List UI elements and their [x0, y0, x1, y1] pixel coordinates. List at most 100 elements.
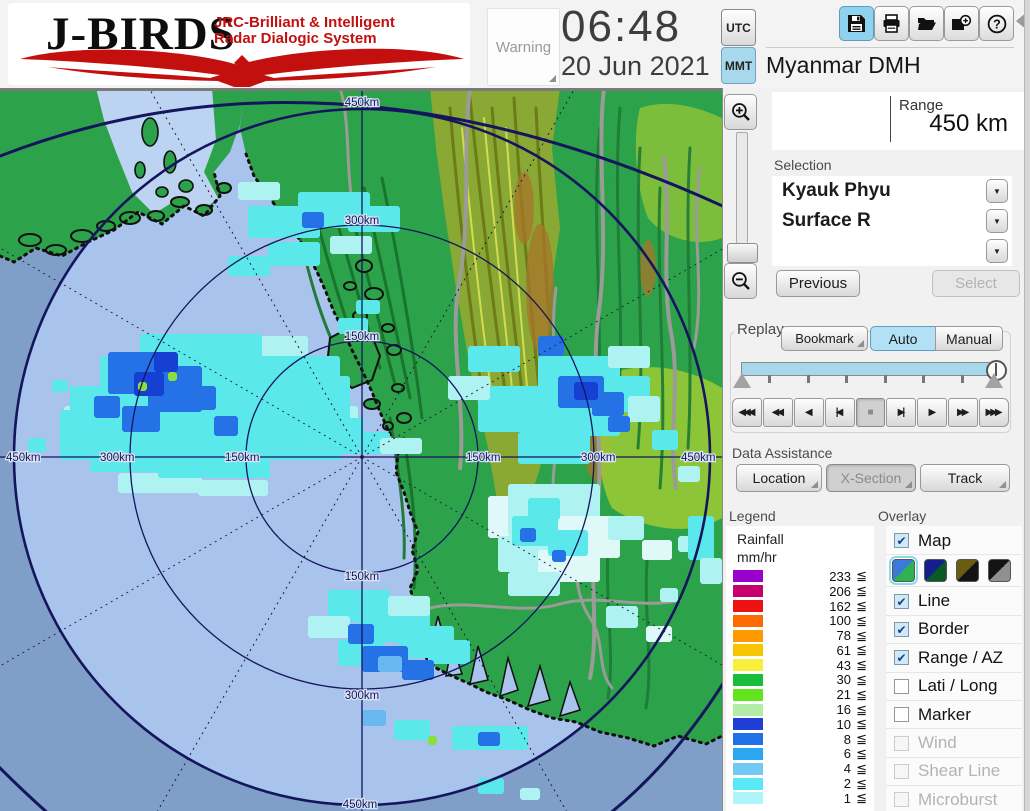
location-button[interactable]: Location — [736, 464, 822, 492]
snapshot-button[interactable] — [944, 6, 979, 41]
replay-end-marker[interactable] — [985, 373, 1003, 388]
logo-tagline: Radar Dialogic System — [214, 30, 377, 47]
legend-row: 16 ≦ — [733, 702, 867, 717]
checkbox[interactable]: ✔ — [894, 621, 909, 637]
zoom-slider-track[interactable] — [736, 132, 748, 246]
overlay-item-label: Marker — [918, 704, 971, 724]
open-button[interactable] — [909, 6, 944, 41]
overlay-item-lati-long[interactable]: Lati / Long — [886, 673, 1022, 701]
overlay-item-marker[interactable]: Marker — [886, 701, 1022, 730]
overlay-label: Overlay — [878, 508, 927, 524]
step-back-button[interactable]: ◀ — [793, 398, 824, 427]
utc-button[interactable]: UTC — [721, 9, 756, 46]
checkbox[interactable] — [894, 678, 909, 694]
station-name: Myanmar DMH — [766, 52, 921, 78]
help-button[interactable]: ? — [979, 6, 1014, 41]
mmt-button[interactable]: MMT — [721, 47, 756, 84]
legend-value: 233 — [829, 568, 851, 584]
legend-row: 6 ≦ — [733, 746, 867, 761]
checkbox[interactable] — [894, 707, 909, 723]
manual-button[interactable]: Manual — [935, 326, 1003, 351]
legend-operator: ≦ — [856, 775, 867, 791]
checkbox — [894, 792, 909, 808]
product-dropdown-button[interactable]: ▼ — [986, 209, 1008, 233]
legend-operator: ≦ — [856, 716, 867, 732]
frame-back-button[interactable]: |◀ — [824, 398, 855, 427]
overlay-item-range-az[interactable]: ✔ Range / AZ — [886, 644, 1022, 673]
legend-row: 100 ≦ — [733, 613, 867, 628]
legend-value: 4 — [843, 761, 851, 777]
warning-button[interactable]: Warning — [487, 8, 560, 86]
legend-operator: ≦ — [856, 731, 867, 747]
overlay-item-map[interactable]: ✔ Map — [886, 527, 1022, 556]
bookmark-button[interactable]: Bookmark — [781, 326, 868, 351]
legend-swatch — [733, 762, 763, 775]
frame-forward-button[interactable]: ▶| — [886, 398, 917, 427]
legend-swatch — [733, 644, 763, 657]
slider-tick — [845, 375, 849, 383]
map-style-day[interactable] — [892, 559, 915, 583]
range-label: 150km — [345, 331, 380, 343]
site-dropdown-button[interactable]: ▼ — [986, 179, 1008, 203]
legend-value: 8 — [843, 731, 851, 747]
legend-scale: 233 ≦ 206 ≦ 162 ≦ 100 ≦ 78 ≦ 61 ≦ 43 ≦ 3… — [733, 568, 867, 806]
legend-operator: ≦ — [856, 701, 867, 717]
data-assistance-label: Data Assistance — [732, 445, 833, 461]
checkbox — [894, 763, 909, 779]
jbirds-app: J-BIRDS JRC-Brilliant & Intelligent Rada… — [0, 0, 1030, 811]
legend-operator: ≦ — [856, 627, 867, 643]
track-button[interactable]: Track — [920, 464, 1010, 492]
legend-row: 2 ≦ — [733, 776, 867, 791]
rewind-button[interactable]: ◀◀ — [762, 398, 793, 427]
product-select[interactable]: Surface R — [772, 206, 1012, 236]
logo-tagline: JRC-Brilliant & Intelligent — [214, 14, 395, 31]
overlay-item-line[interactable]: ✔ Line — [886, 587, 1022, 616]
snapshot-icon — [952, 14, 972, 30]
overlay-checkbox-list: ✔ Map ✔ Line ✔ Border ✔ Range / AZ Lati / Long Ma… — [886, 527, 1022, 811]
range-label: 450km — [345, 97, 380, 109]
zoom-out-button[interactable] — [724, 263, 757, 299]
extra-select[interactable] — [772, 236, 1012, 266]
previous-button[interactable]: Previous — [776, 270, 860, 297]
jump-end-button[interactable]: ▶▶▶ — [979, 398, 1010, 427]
legend-row: 206 ≦ — [733, 583, 867, 599]
overlay-item-border[interactable]: ✔ Border — [886, 616, 1022, 645]
checkbox — [894, 735, 909, 751]
legend-operator: ≦ — [856, 790, 867, 806]
legend-value: 61 — [836, 642, 851, 658]
legend-swatch — [733, 792, 763, 805]
legend-value: 1 — [843, 790, 851, 806]
playback-controls: ◀◀◀ ◀◀ ◀ |◀ ■ ▶| ▶ ▶▶ ▶▶▶ — [732, 398, 1010, 427]
checkbox[interactable]: ✔ — [894, 593, 909, 609]
checkbox[interactable]: ✔ — [894, 650, 909, 666]
play-button[interactable]: ▶ — [917, 398, 948, 427]
save-button[interactable] — [839, 6, 874, 41]
zoom-in-button[interactable] — [724, 94, 757, 130]
legend-row: 43 ≦ — [733, 657, 867, 673]
overlay-item-label: Range / AZ — [918, 647, 1004, 667]
radar-map[interactable]: 450km 300km 150km 150km 300km 450km 450km 300km… — [0, 42, 777, 811]
x-section-button[interactable]: X-Section — [826, 464, 916, 492]
legend-swatch — [733, 585, 763, 598]
map-style-gray[interactable] — [988, 559, 1011, 583]
radar-map-canvas: 450km 300km 150km 150km 300km 450km 450km 300km… — [0, 42, 777, 811]
map-style-night[interactable] — [924, 559, 947, 583]
stop-button[interactable]: ■ — [855, 398, 886, 427]
extra-dropdown-button[interactable]: ▼ — [986, 239, 1008, 263]
window-edge — [1024, 0, 1030, 811]
replay-start-marker[interactable] — [733, 373, 751, 388]
jump-start-button[interactable]: ◀◀◀ — [732, 398, 762, 427]
legend-value: 2 — [843, 776, 851, 792]
forward-button[interactable]: ▶▶ — [948, 398, 979, 427]
legend-swatch — [733, 688, 763, 701]
legend-operator: ≦ — [856, 671, 867, 687]
map-style-olive[interactable] — [956, 559, 979, 583]
auto-button[interactable]: Auto — [870, 326, 936, 351]
print-button[interactable] — [874, 6, 909, 41]
legend-title: Rainfall — [737, 531, 784, 547]
site-select[interactable]: Kyauk Phyu — [772, 176, 1012, 206]
legend-value: 16 — [836, 702, 851, 718]
zoom-slider-thumb[interactable] — [727, 243, 758, 263]
chevron-down-icon: ▼ — [993, 216, 1001, 226]
checkbox[interactable]: ✔ — [894, 533, 909, 549]
